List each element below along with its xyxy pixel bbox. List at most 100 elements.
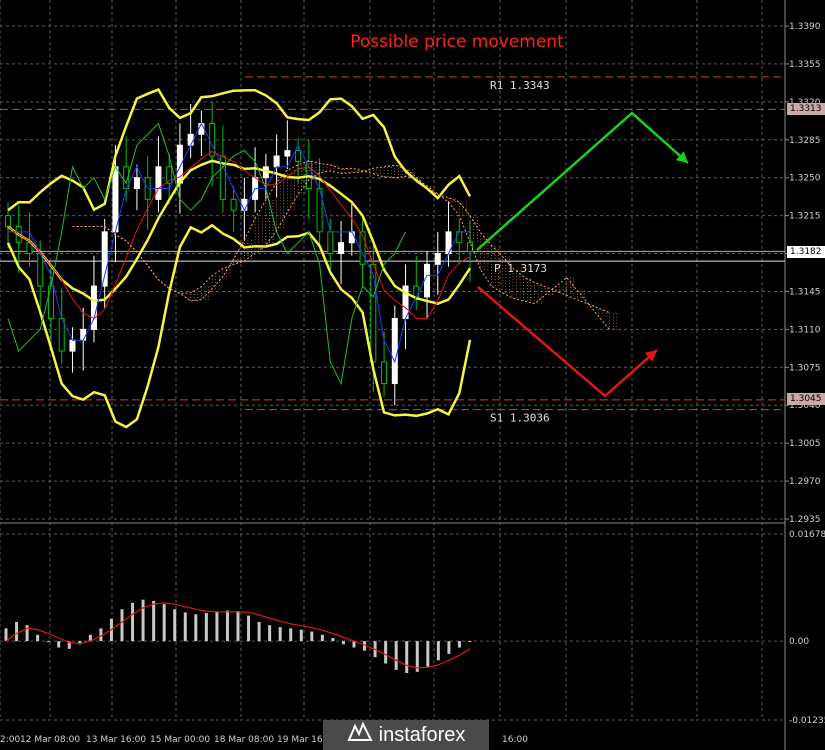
macd-y-tick-label: -0.01235 <box>789 716 825 726</box>
x-tick-label: 18 Mar 08:00 <box>214 735 274 745</box>
candle-body <box>101 231 108 287</box>
macd-histogram-bar <box>468 641 472 643</box>
macd-histogram-bar <box>394 641 398 670</box>
candle-body <box>467 242 473 252</box>
r1-label: R1 1.3343 <box>490 79 550 92</box>
candle-body <box>424 263 431 298</box>
y-tick-label: 1.3355 <box>789 60 821 70</box>
y-tick-label: 1.3390 <box>789 22 821 32</box>
candle-body <box>348 231 355 244</box>
macd-histogram-bar <box>405 641 409 674</box>
y-tick-label: 1.3215 <box>789 212 821 222</box>
candle-body <box>5 215 11 227</box>
macd-histogram-bar <box>204 613 208 642</box>
macd-histogram-bar <box>162 604 166 642</box>
bearish-forecast-arrow <box>477 286 658 398</box>
candle-body <box>456 231 463 244</box>
y-tick-label: 1.3075 <box>789 363 821 373</box>
candle-body <box>284 150 291 157</box>
y-tick-label: 1.3005 <box>789 439 821 449</box>
macd-histogram-bar <box>36 634 40 642</box>
bollinger-upper-band <box>7 88 472 212</box>
macd-histogram-bar <box>57 641 61 648</box>
candle-body <box>230 198 237 211</box>
macd-histogram-bar <box>4 628 8 642</box>
macd-y-tick-label: 0.01678 <box>789 530 825 540</box>
candle-body <box>69 339 76 352</box>
macd-histogram-bar <box>278 627 282 642</box>
candle-body <box>47 285 54 320</box>
instaforex-logo: instaforex <box>323 720 489 750</box>
macd-histogram-bar <box>268 625 272 642</box>
macd-histogram-bar <box>152 600 156 642</box>
macd-y-tick-label: 0.00 <box>789 637 809 647</box>
x-tick-label: 2:00 <box>0 735 20 745</box>
macd-histogram-bar <box>447 641 451 654</box>
macd-histogram-bar <box>120 609 124 642</box>
price-tag-current: 1.3182 <box>787 246 825 258</box>
macd-histogram-bar <box>194 614 198 642</box>
bollinger-lower-band <box>6 223 472 429</box>
macd-histogram-bar <box>257 621 261 642</box>
macd-histogram-bar <box>426 641 430 667</box>
candle-body <box>273 155 280 168</box>
macd-histogram-bar <box>299 629 303 642</box>
macd-histogram-bar <box>384 641 388 664</box>
macd-histogram-bar <box>173 609 177 642</box>
y-tick-label: 1.3145 <box>789 287 821 297</box>
macd-histogram-bar <box>320 634 324 642</box>
x-tick-label: 16:00 <box>502 735 528 745</box>
candle-body <box>37 253 44 287</box>
candle-body <box>241 198 248 211</box>
candle-body <box>338 242 345 255</box>
candle-body <box>413 285 420 298</box>
candle-body <box>112 166 119 233</box>
y-tick-label: 1.2970 <box>789 477 821 487</box>
logo-text: instaforex <box>378 724 466 746</box>
macd-histogram-bar <box>331 637 335 642</box>
candle-body <box>391 318 398 385</box>
bullish-forecast-arrow <box>476 111 689 251</box>
candle-body <box>58 318 65 352</box>
candle-body <box>155 166 162 200</box>
candle-body <box>305 160 312 190</box>
macd-histogram-bar <box>310 631 314 642</box>
chart-title: Possible price movement <box>350 32 564 52</box>
macd-histogram-bar <box>183 612 187 642</box>
x-tick-label: 15 Mar 00:00 <box>150 735 210 745</box>
macd-histogram-bar <box>131 602 135 642</box>
candle-body <box>198 123 205 135</box>
y-tick-label: 1.3250 <box>789 174 821 184</box>
candle-body <box>187 133 194 146</box>
candle-body <box>133 177 140 190</box>
y-tick-label: 1.2935 <box>789 515 821 525</box>
macd-histogram-bar <box>225 610 229 642</box>
macd-histogram-bar <box>25 625 29 642</box>
macd-histogram-bar <box>46 641 50 643</box>
macd-histogram-bar <box>289 628 293 642</box>
y-tick-label: 1.3110 <box>789 325 821 335</box>
candle-body <box>80 328 87 341</box>
macd-histogram-bar <box>436 641 440 661</box>
macd-histogram-bar <box>141 599 145 642</box>
price-tag-lower: 1.3045 <box>787 393 825 405</box>
candle-body <box>381 361 388 385</box>
y-tick-label: 1.3285 <box>789 136 821 146</box>
logo-icon <box>347 720 373 750</box>
price-chart: 1.33901.33551.33201.32851.32501.32151.31… <box>0 0 825 750</box>
price-tag-upper: 1.3313 <box>787 103 825 115</box>
macd-histogram-bar <box>247 615 251 642</box>
candle-body <box>295 150 302 162</box>
candle-body <box>434 253 441 265</box>
macd-histogram-bar <box>236 611 240 642</box>
x-tick-label: 13 Mar 16:00 <box>86 735 146 745</box>
macd-histogram-bar <box>215 611 219 642</box>
s1-label: S1 1.3036 <box>490 412 550 425</box>
candle-body <box>327 231 334 255</box>
macd-histogram-bar <box>341 641 345 645</box>
chart-window: 1.33901.33551.33201.32851.32501.32151.31… <box>0 0 825 750</box>
candle-body <box>370 263 377 363</box>
macd-histogram-bar <box>457 641 461 648</box>
x-tick-label: 12 Mar 08:00 <box>20 735 80 745</box>
macd-histogram-bar <box>15 621 19 642</box>
